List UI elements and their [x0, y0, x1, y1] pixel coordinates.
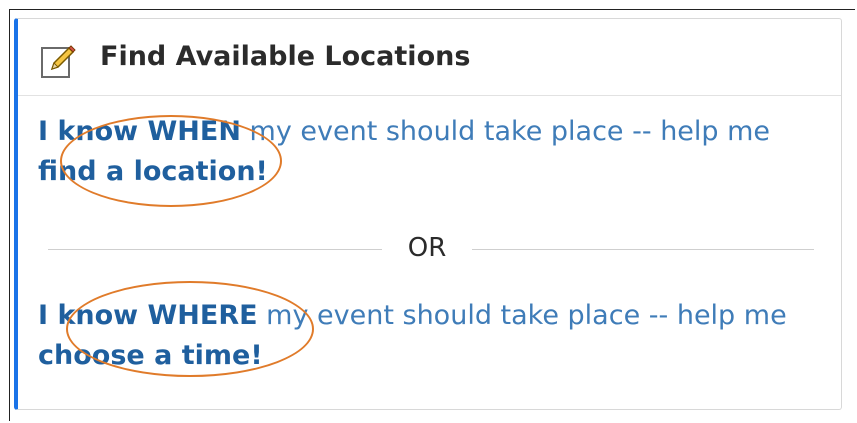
divider-label: OR — [407, 233, 447, 263]
or-divider: OR — [48, 233, 814, 263]
divider-line-left — [48, 249, 382, 250]
option-know-when[interactable]: I know WHEN my event should take place -… — [38, 112, 808, 192]
find-location-link[interactable]: find a location! — [38, 156, 268, 187]
find-locations-panel: Find Available Locations I know WHEN my … — [14, 18, 842, 410]
panel-header: Find Available Locations — [18, 19, 841, 96]
know-where-link[interactable]: I know WHERE — [38, 300, 258, 331]
option-know-where[interactable]: I know WHERE my event should take place … — [38, 296, 808, 376]
option-where-text: my event should take place -- help me — [257, 300, 787, 331]
divider-line-right — [472, 249, 814, 250]
panel-title: Find Available Locations — [100, 41, 471, 72]
choose-time-link[interactable]: choose a time! — [38, 340, 263, 371]
option-when-text: my event should take place -- help me — [240, 116, 771, 147]
know-when-link[interactable]: I know WHEN — [38, 116, 241, 147]
edit-pencil-icon — [41, 45, 76, 78]
